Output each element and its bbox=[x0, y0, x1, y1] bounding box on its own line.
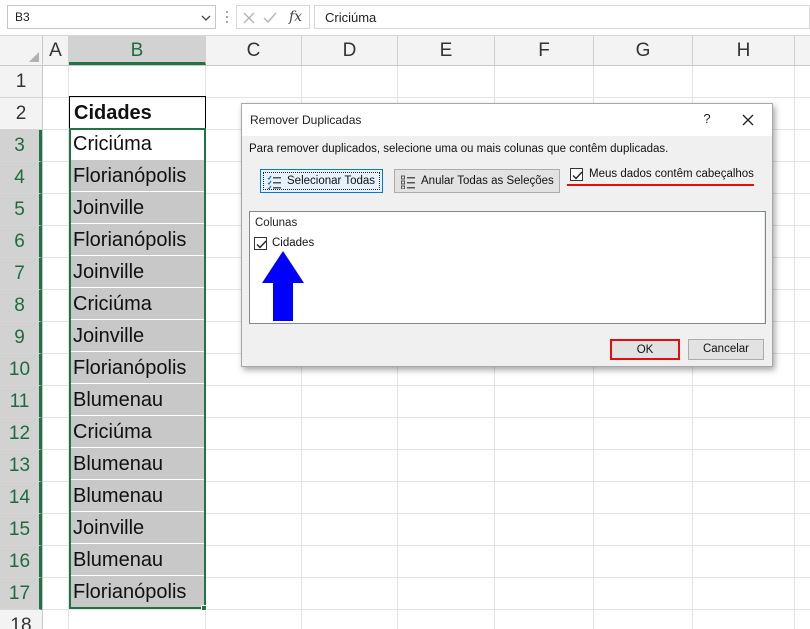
cell-b11[interactable]: Blumenau bbox=[69, 384, 206, 416]
row-header-3[interactable]: 3 bbox=[0, 130, 42, 162]
headers-checkbox[interactable] bbox=[570, 168, 583, 181]
formula-value: Criciúma bbox=[325, 10, 377, 25]
headers-checkbox-label[interactable]: Meus dados contêm cabeçalhos bbox=[589, 168, 754, 180]
formula-buttons: fx bbox=[236, 5, 310, 29]
blue-arrow-annotation bbox=[262, 251, 304, 321]
columns-list-header: Colunas bbox=[255, 217, 298, 229]
row-header-4[interactable]: 4 bbox=[0, 162, 42, 194]
name-box[interactable]: B3 bbox=[7, 5, 216, 29]
cancel-x-icon[interactable] bbox=[242, 11, 256, 25]
row-header-1[interactable]: 1 bbox=[0, 66, 42, 98]
row-header-16[interactable]: 16 bbox=[0, 546, 42, 578]
row-header-10[interactable]: 10 bbox=[0, 354, 42, 386]
column-headers: A B C D E F G H bbox=[0, 36, 810, 66]
checkmark-icon bbox=[572, 171, 583, 180]
close-icon[interactable] bbox=[742, 114, 754, 126]
row-header-8[interactable]: 8 bbox=[0, 290, 42, 322]
select-all-icon bbox=[267, 175, 281, 189]
select-all-label: Selecionar Todas bbox=[287, 175, 376, 187]
cell-b4[interactable]: Florianópolis bbox=[69, 160, 206, 192]
column-header-a[interactable]: A bbox=[43, 36, 69, 65]
row-header-13[interactable]: 13 bbox=[0, 450, 42, 482]
row-header-9[interactable]: 9 bbox=[0, 322, 42, 354]
gridline bbox=[43, 609, 810, 610]
cell-b2-header[interactable]: Cidades bbox=[69, 96, 206, 129]
cancel-label: Cancelar bbox=[702, 343, 750, 355]
help-button[interactable]: ? bbox=[699, 111, 715, 126]
cell-b9[interactable]: Joinville bbox=[69, 320, 206, 352]
row-header-17[interactable]: 17 bbox=[0, 578, 42, 610]
cell-b3[interactable]: Criciúma bbox=[69, 128, 206, 160]
ok-button[interactable]: OK bbox=[610, 339, 680, 360]
row-header-12[interactable]: 12 bbox=[0, 418, 42, 450]
cell-b15[interactable]: Joinville bbox=[69, 512, 206, 544]
column-checkbox-cidades[interactable] bbox=[254, 237, 267, 250]
row-header-7[interactable]: 7 bbox=[0, 258, 42, 290]
column-header-f[interactable]: F bbox=[495, 36, 594, 65]
red-underline-annotation bbox=[567, 184, 754, 186]
column-header-h[interactable]: H bbox=[693, 36, 795, 65]
cell-b5[interactable]: Joinville bbox=[69, 192, 206, 224]
row-header-11[interactable]: 11 bbox=[0, 386, 42, 418]
fill-handle[interactable] bbox=[201, 605, 207, 611]
column-header-b[interactable]: B bbox=[69, 36, 206, 65]
remove-duplicates-dialog: Remover Duplicadas ? Para remover duplic… bbox=[241, 103, 773, 367]
cancel-button[interactable]: Cancelar bbox=[688, 339, 764, 360]
cell-b16[interactable]: Blumenau bbox=[69, 544, 206, 576]
select-all-button[interactable]: Selecionar Todas bbox=[260, 169, 383, 193]
cell-b14[interactable]: Blumenau bbox=[69, 480, 206, 512]
dialog-title: Remover Duplicadas bbox=[250, 113, 362, 127]
row-header-2[interactable]: 2 bbox=[0, 98, 42, 130]
cell-b7[interactable]: Joinville bbox=[69, 256, 206, 288]
cell-b12[interactable]: Criciúma bbox=[69, 416, 206, 448]
dialog-title-bar[interactable]: Remover Duplicadas ? bbox=[242, 104, 772, 136]
column-header-c[interactable]: C bbox=[206, 36, 302, 65]
row-header-18[interactable]: 18 bbox=[0, 610, 42, 629]
chevron-down-icon[interactable] bbox=[201, 13, 211, 23]
dialog-instruction: Para remover duplicados, selecione uma o… bbox=[249, 143, 669, 155]
row-headers: 1 2 3 4 5 6 7 8 9 10 11 12 13 14 15 16 1… bbox=[0, 66, 43, 629]
formula-bar: B3 fx Criciúma bbox=[0, 0, 810, 36]
cell-b17[interactable]: Florianópolis bbox=[69, 576, 206, 608]
column-header-g[interactable]: G bbox=[594, 36, 693, 65]
column-header-d[interactable]: D bbox=[302, 36, 398, 65]
row-header-5[interactable]: 5 bbox=[0, 194, 42, 226]
drag-handle-icon[interactable] bbox=[225, 9, 229, 25]
cell-b10[interactable]: Florianópolis bbox=[69, 352, 206, 384]
insert-function-icon[interactable]: fx bbox=[289, 9, 302, 25]
select-all-corner[interactable] bbox=[0, 36, 43, 65]
row-header-14[interactable]: 14 bbox=[0, 482, 42, 514]
unselect-all-icon bbox=[401, 175, 415, 189]
corner-triangle-icon bbox=[29, 52, 39, 62]
cell-b6[interactable]: Florianópolis bbox=[69, 224, 206, 256]
column-header-e[interactable]: E bbox=[398, 36, 495, 65]
cell-b8[interactable]: Criciúma bbox=[69, 288, 206, 320]
excel-window: B3 fx Criciúma A B C D E F G H 1 2 3 4 5… bbox=[0, 0, 810, 629]
listbox-scroll-edge bbox=[764, 212, 765, 323]
row-header-15[interactable]: 15 bbox=[0, 514, 42, 546]
unselect-all-button[interactable]: Anular Todas as Seleções bbox=[394, 169, 560, 193]
name-box-value: B3 bbox=[15, 10, 30, 24]
cell-b13[interactable]: Blumenau bbox=[69, 448, 206, 480]
formula-input[interactable]: Criciúma bbox=[314, 5, 810, 29]
unselect-all-label: Anular Todas as Seleções bbox=[421, 175, 554, 187]
ok-label: OK bbox=[636, 344, 654, 356]
column-item-label[interactable]: Cidades bbox=[272, 237, 314, 249]
columns-listbox[interactable]: Colunas Cidades bbox=[249, 211, 766, 324]
row-header-6[interactable]: 6 bbox=[0, 226, 42, 258]
confirm-check-icon[interactable] bbox=[263, 11, 277, 25]
